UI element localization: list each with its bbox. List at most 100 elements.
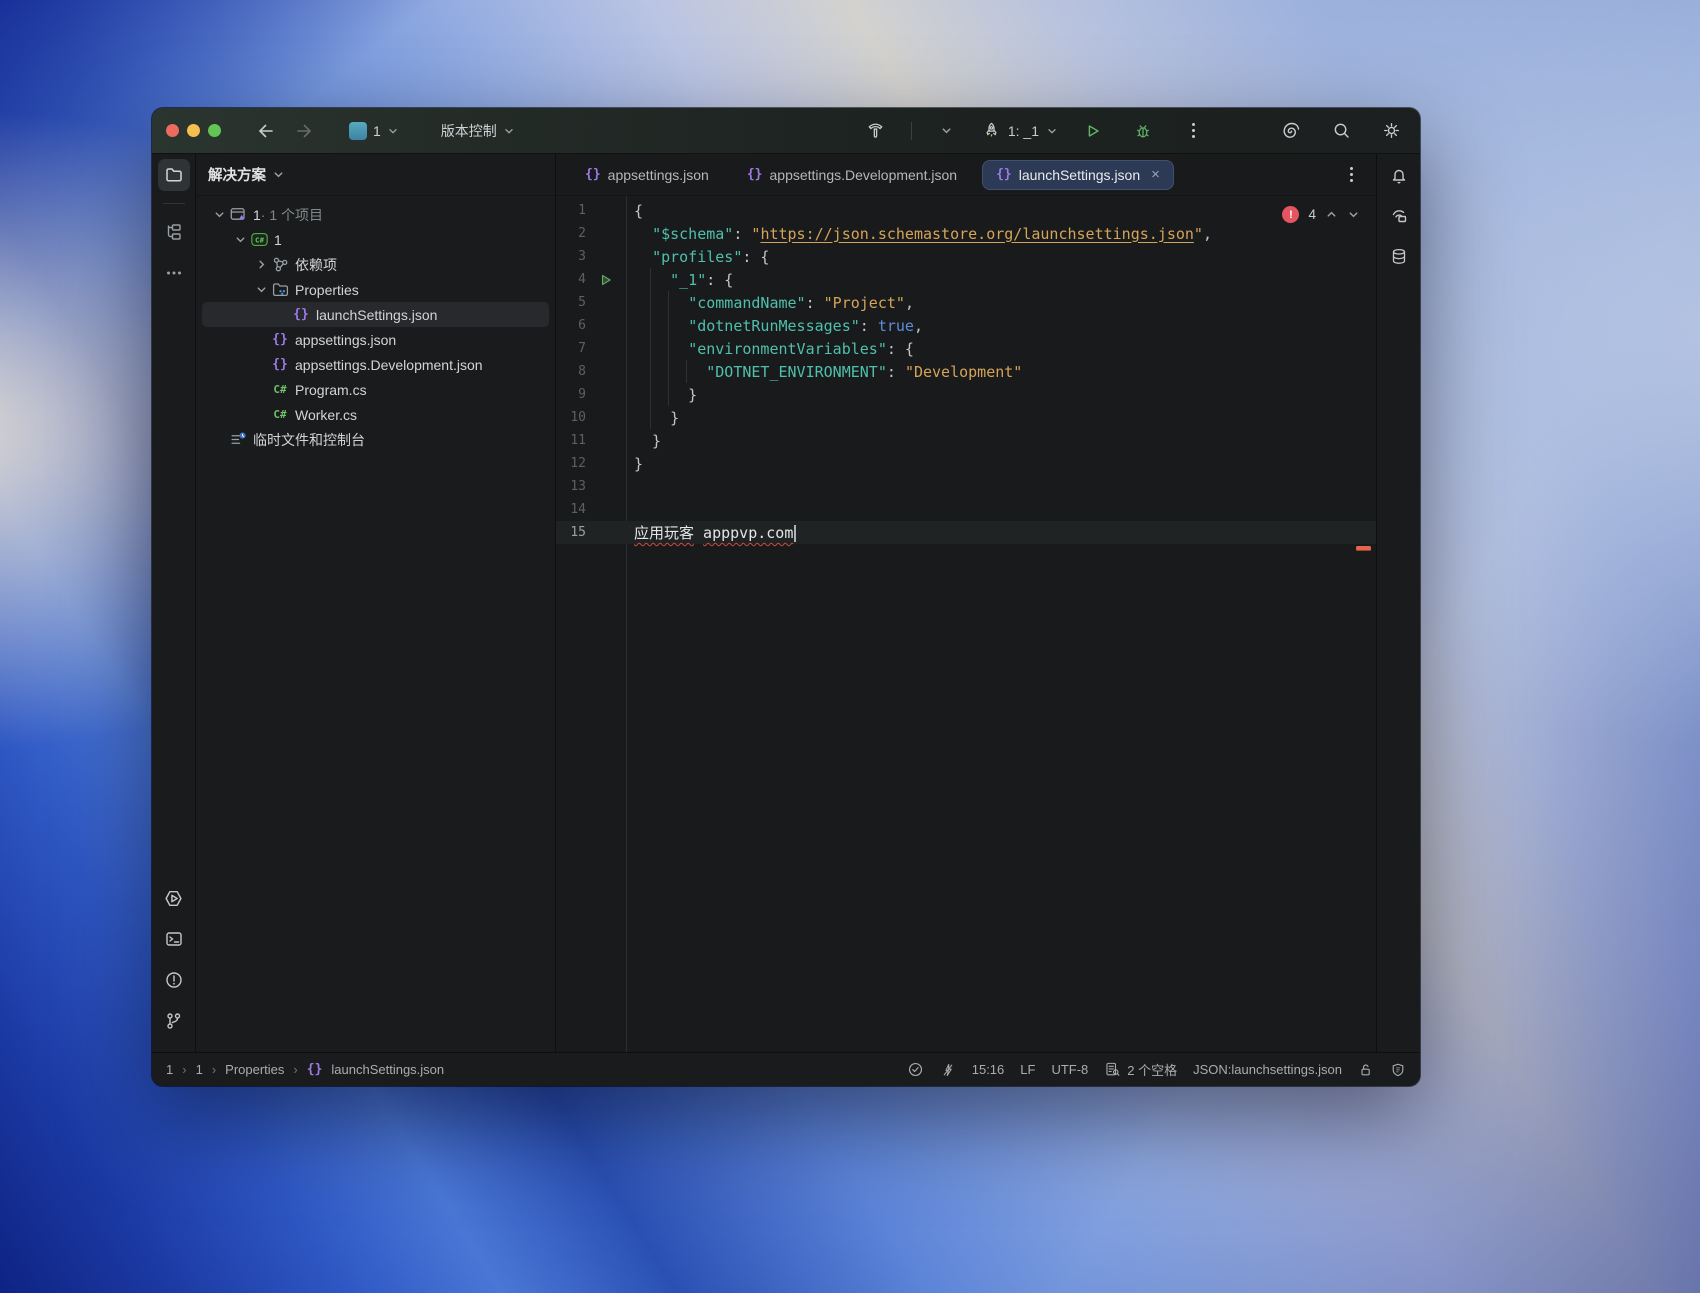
build-options-button[interactable] <box>932 116 962 146</box>
git-tool-window-button[interactable] <box>158 1005 190 1037</box>
caret-position[interactable]: 15:16 <box>972 1062 1005 1077</box>
code-line[interactable]: 2 "$schema": "https://json.schemastore.o… <box>556 222 1376 245</box>
explorer-header[interactable]: 解决方案 <box>196 154 555 196</box>
breadcrumb-item[interactable]: 1 <box>196 1062 203 1077</box>
tree-item[interactable]: C# Worker.cs <box>202 402 549 427</box>
editor-tab[interactable]: {} appsettings.json <box>572 160 722 190</box>
settings-button[interactable] <box>1376 116 1406 146</box>
inspections-widget[interactable]: ! 4 <box>1282 206 1360 223</box>
chevron-down-icon[interactable] <box>210 207 228 223</box>
run-line-icon[interactable] <box>586 273 626 287</box>
code-line[interactable]: 15 应用玩客 apppvp.com <box>556 521 1376 544</box>
code-text: } <box>634 408 680 427</box>
power-save-indicator[interactable] <box>940 1062 956 1078</box>
code-line[interactable]: 10 } <box>556 406 1376 429</box>
code-line[interactable]: 5 "commandName": "Project", <box>556 291 1376 314</box>
minimize-window-button[interactable] <box>187 124 200 137</box>
cs-icon: C# <box>273 383 287 396</box>
file-encoding[interactable]: UTF-8 <box>1051 1062 1088 1077</box>
project-selector[interactable]: 1 <box>341 118 407 144</box>
solution-tool-button[interactable] <box>157 159 190 191</box>
terminal-tool-window-button[interactable] <box>158 923 190 955</box>
tree-item[interactable]: Properties <box>202 277 549 302</box>
code-lines: 1{2 "$schema": "https://json.schemastore… <box>556 199 1376 544</box>
code-line[interactable]: 9 } <box>556 383 1376 406</box>
code-line[interactable]: 3 "profiles": { <box>556 245 1376 268</box>
editor-tab[interactable]: {} appsettings.Development.json <box>734 160 970 190</box>
file-type[interactable]: JSON:launchsettings.json <box>1193 1062 1342 1077</box>
scrollbar-error-mark[interactable] <box>1356 546 1371 551</box>
tab-options-button[interactable] <box>1336 160 1366 190</box>
tree-item[interactable]: 临时文件和控制台 <box>202 427 549 452</box>
chevron-down-icon <box>274 172 283 178</box>
editor-tab[interactable]: {} launchSettings.json × <box>982 159 1174 190</box>
debug-button[interactable] <box>1128 116 1158 146</box>
play-icon <box>1088 124 1099 137</box>
chevron-right-icon[interactable] <box>252 257 270 273</box>
ai-assistant-button[interactable] <box>1276 116 1306 146</box>
code-editor[interactable]: 1{2 "$schema": "https://json.schemastore… <box>556 196 1376 1052</box>
json-file-icon: {} <box>306 1062 323 1077</box>
main-area: 解决方案 1 · 1 个项目 C# 1 依赖项 Properties {} launchSe… <box>152 154 1420 1052</box>
code-line[interactable]: 14 <box>556 498 1376 521</box>
tree-item[interactable]: 依赖项 <box>202 252 549 277</box>
tree-item-label: launchSettings.json <box>316 306 438 323</box>
breadcrumb-item[interactable]: 1 <box>166 1062 173 1077</box>
scratch-icon <box>228 431 248 448</box>
code-line[interactable]: 12} <box>556 452 1376 475</box>
remote-cast-button[interactable] <box>1383 200 1415 232</box>
close-tab-icon[interactable]: × <box>1151 167 1160 182</box>
search-icon <box>1334 123 1349 138</box>
database-button[interactable] <box>1383 241 1415 273</box>
chevron-down-icon[interactable] <box>231 232 249 248</box>
breadcrumb-separator-icon: › <box>182 1062 187 1077</box>
chevron-down-icon[interactable] <box>1347 208 1360 221</box>
chevron-down-icon <box>389 128 397 134</box>
close-window-button[interactable] <box>166 124 179 137</box>
tree-item-label: Worker.cs <box>295 406 357 423</box>
code-line[interactable]: 13 <box>556 475 1376 498</box>
build-button[interactable] <box>861 116 891 146</box>
structure-tool-button[interactable] <box>158 216 190 248</box>
code-line[interactable]: 1{ <box>556 199 1376 222</box>
indent-style[interactable]: 2 个空格 <box>1104 1060 1177 1079</box>
run-button[interactable] <box>1078 116 1108 146</box>
code-line[interactable]: 7 "environmentVariables": { <box>556 337 1376 360</box>
arrow-left-icon <box>258 124 273 137</box>
tree-item[interactable]: C# Program.cs <box>202 377 549 402</box>
line-separator[interactable]: LF <box>1020 1062 1035 1077</box>
back-button[interactable] <box>251 116 281 146</box>
tree-item[interactable]: {} appsettings.json <box>202 327 549 352</box>
code-line[interactable]: 4 "_1": { <box>556 268 1376 291</box>
code-line[interactable]: 6 "dotnetRunMessages": true, <box>556 314 1376 337</box>
project-icon <box>349 121 367 140</box>
ide-window: 1 版本控制 1: _1 解决方案 1 · 1 个项目 C# 1 依赖项 Pro… <box>152 108 1420 1086</box>
forward-button[interactable] <box>289 116 319 146</box>
more-tool-windows-button[interactable] <box>158 257 190 289</box>
fullscreen-window-button[interactable] <box>208 124 221 137</box>
chevron-up-icon[interactable] <box>1325 208 1338 221</box>
inspections-status[interactable] <box>907 1061 924 1078</box>
problems-tool-window-button[interactable] <box>158 964 190 996</box>
code-line[interactable]: 11 } <box>556 429 1376 452</box>
tree-item[interactable]: {} launchSettings.json <box>202 302 549 327</box>
run-tool-window-button[interactable] <box>158 882 190 914</box>
vcs-menu[interactable]: 版本控制 <box>433 117 523 145</box>
run-configuration-selector[interactable]: 1: _1 <box>982 121 1058 140</box>
arrow-right-icon <box>297 124 312 137</box>
tree-item[interactable]: C# 1 <box>202 227 549 252</box>
security-status[interactable] <box>1390 1062 1406 1078</box>
tree-item[interactable]: 1 · 1 个项目 <box>202 202 549 227</box>
breadcrumb-item[interactable]: Properties <box>225 1062 284 1077</box>
line-number: 14 <box>570 502 586 517</box>
ellipsis-icon <box>166 271 181 275</box>
write-access-toggle[interactable] <box>1358 1062 1374 1078</box>
chevron-down-icon[interactable] <box>252 282 270 298</box>
search-everywhere-button[interactable] <box>1326 116 1356 146</box>
more-actions-button[interactable] <box>1178 116 1208 146</box>
notifications-button[interactable] <box>1383 159 1415 191</box>
code-line[interactable]: 8 "DOTNET_ENVIRONMENT": "Development" <box>556 360 1376 383</box>
tree-item[interactable]: {} appsettings.Development.json <box>202 352 549 377</box>
breadcrumb-file[interactable]: launchSettings.json <box>331 1062 444 1077</box>
